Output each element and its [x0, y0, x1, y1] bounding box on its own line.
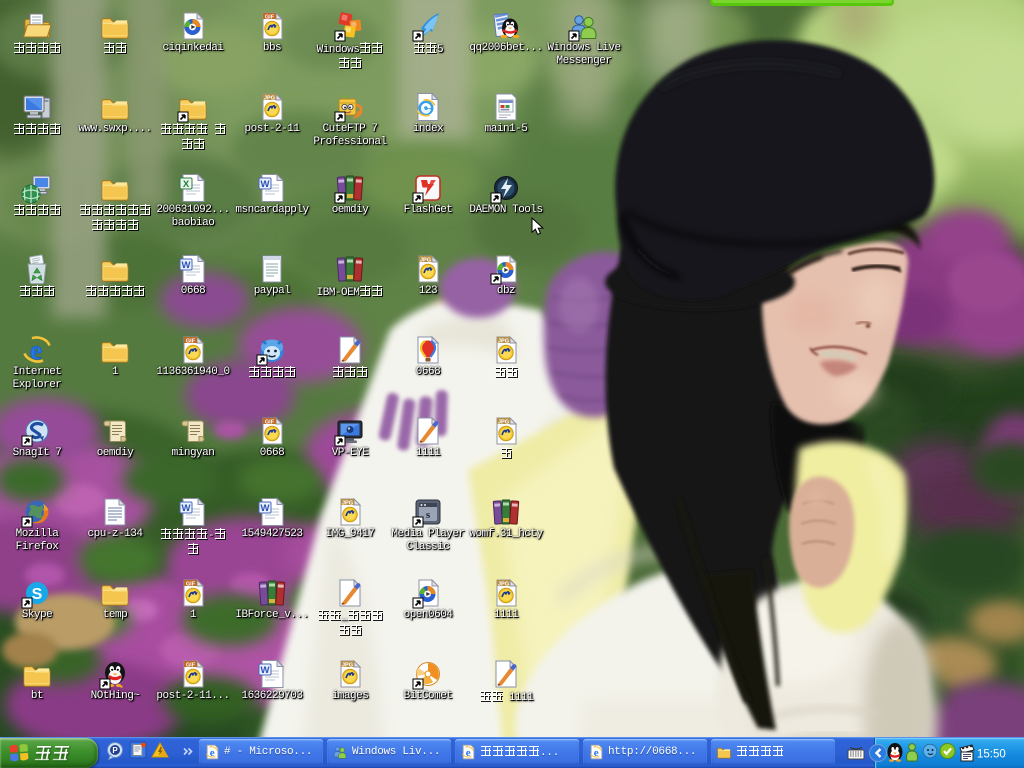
svg-text:P: P: [112, 746, 118, 755]
svg-text:15:50: 15:50: [977, 749, 1006, 761]
